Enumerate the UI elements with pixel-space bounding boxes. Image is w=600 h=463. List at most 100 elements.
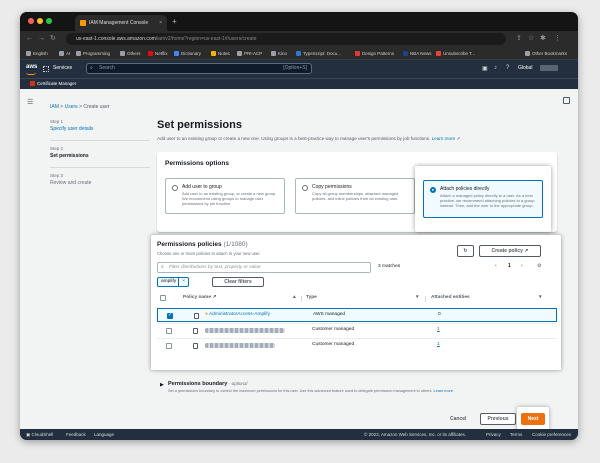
permissions-options-title: Permissions options [165, 160, 229, 167]
expand-plus-icon[interactable] [194, 313, 199, 319]
cookie-preferences-link[interactable]: Cookie preferences [532, 432, 571, 437]
prev-page-icon[interactable]: ‹ [495, 263, 497, 269]
option-copy-permissions[interactable]: Copy permissions Copy all group membersh… [295, 178, 415, 214]
url-host: us-east-1.console.aws.amazon.com [76, 36, 156, 42]
boundary-learn-more[interactable]: Learn more [434, 389, 453, 393]
next-button[interactable]: Next [521, 413, 545, 425]
bookmark-english[interactable]: English [26, 49, 48, 58]
browser-tab[interactable]: IAM Management Console × [75, 15, 167, 31]
row-checkbox[interactable] [166, 343, 172, 349]
terms-link[interactable]: Terms [510, 432, 522, 437]
cloudshell-icon[interactable]: ▣ [482, 65, 488, 72]
remove-token-icon[interactable]: × [178, 277, 188, 287]
breadcrumb: IAM > Users > Create user [50, 104, 109, 110]
settings-gear-icon[interactable]: ⚙ [537, 263, 541, 269]
back-icon[interactable]: ← [26, 34, 33, 44]
privacy-link[interactable]: Privacy [486, 432, 501, 437]
bookmark-other-bookmarks[interactable]: Other Bookmarks [525, 49, 567, 58]
new-tab-icon[interactable]: + [172, 15, 177, 29]
expand-plus-icon[interactable] [193, 343, 198, 349]
page-number[interactable]: 1 [508, 263, 511, 269]
console-search-input[interactable]: ⌕ Search [Option+S] [86, 63, 312, 74]
row-checkbox[interactable] [167, 312, 173, 319]
certificate-manager-link[interactable]: Certificate Manager [30, 81, 76, 86]
policy-row[interactable]: ● AdministratorAccess-Amplify AWS manage… [157, 308, 557, 322]
bookmark-typescript[interactable]: TypeScript: Docu... [296, 49, 341, 58]
col-policy-name[interactable]: Policy name ↗ [183, 295, 216, 300]
bookmark-notes[interactable]: Notes [211, 49, 230, 58]
menu-icon[interactable]: ⋮ [554, 34, 561, 44]
sort-icon[interactable]: ▾ [539, 295, 541, 300]
cancel-button[interactable]: Cancel [450, 416, 466, 422]
minimize-window-icon[interactable] [37, 18, 43, 24]
close-window-icon[interactable] [28, 18, 34, 24]
url-field[interactable]: us-east-1.console.aws.amazon.com/iamv2/h… [66, 33, 506, 45]
feedback-link[interactable]: Feedback [66, 432, 86, 437]
policy-name-link[interactable]: ● AdministratorAccess-Amplify [205, 312, 270, 317]
radio-button[interactable] [172, 185, 178, 191]
help-icon[interactable]: ? [506, 65, 509, 71]
create-policy-button[interactable]: Create policy ↗ [479, 245, 541, 257]
bell-icon[interactable]: ♪ [494, 65, 497, 71]
redacted-policy-name[interactable] [205, 328, 285, 333]
select-all-checkbox[interactable] [160, 295, 166, 301]
maximize-window-icon[interactable] [46, 18, 52, 24]
services-menu[interactable]: Services [53, 65, 72, 71]
col-type[interactable]: Type [306, 295, 317, 300]
favorites-bar: Certificate Manager [20, 78, 578, 89]
col-attached-entities[interactable]: Attached entities [431, 295, 470, 300]
bookmark-ai[interactable]: AI [59, 49, 70, 58]
bookmark-pri-acp[interactable]: PRI-ACP [237, 49, 262, 58]
bookmark-others[interactable]: Others [120, 49, 141, 58]
bookmark-unsubscribe[interactable]: Unsubscribe T... [436, 49, 475, 58]
search-shortcut: [Option+S] [283, 65, 307, 71]
extensions-icon[interactable]: ✱ [540, 34, 546, 44]
star-icon[interactable]: ☆ [528, 34, 534, 44]
radio-button-selected[interactable] [430, 187, 436, 193]
option-add-to-group[interactable]: Add user to group Add user to an existin… [165, 178, 285, 214]
row-checkbox[interactable] [166, 328, 172, 334]
policy-row[interactable]: Customer managed 1 [157, 338, 557, 352]
clear-filters-button[interactable]: Clear filters [212, 277, 264, 287]
sort-asc-icon[interactable]: ▲ [292, 295, 297, 300]
bookmark-kino[interactable]: Kino [271, 49, 287, 58]
reload-icon[interactable]: ↻ [50, 34, 56, 44]
hamburger-menu-icon[interactable]: ☰ [27, 98, 33, 106]
account-menu[interactable] [540, 65, 558, 71]
tab-title: IAM Management Console [89, 20, 149, 26]
step-1-link[interactable]: Specify user details [50, 126, 93, 132]
language-link[interactable]: Language [94, 432, 114, 437]
info-panel-icon[interactable] [563, 97, 570, 104]
policy-row[interactable]: Customer managed 1 [157, 323, 557, 337]
bookmark-nba-news[interactable]: NBA News [403, 49, 432, 58]
aws-logo[interactable]: aws [26, 64, 37, 75]
share-icon[interactable]: ⇪ [516, 34, 522, 44]
expand-caret-icon[interactable]: ▶ [160, 382, 164, 388]
option-title: Copy permissions [312, 184, 352, 190]
previous-button[interactable]: Previous [480, 413, 516, 425]
refresh-button[interactable]: ↻ [457, 245, 474, 257]
policy-filter-input[interactable]: ⌕ Filter distributions by text, property… [157, 262, 371, 273]
breadcrumb-iam[interactable]: IAM [50, 104, 59, 110]
bookmark-design-patterns[interactable]: Design Patterns [355, 49, 394, 58]
breadcrumb-users[interactable]: Users [65, 104, 78, 110]
bookmark-dictionary[interactable]: Dictionary [174, 49, 201, 58]
redacted-policy-name[interactable] [205, 343, 275, 348]
region-selector[interactable]: Global [518, 65, 532, 71]
cloudshell-link[interactable]: ▣ CloudShell [26, 432, 53, 438]
attached-entities[interactable]: 1 [437, 327, 440, 332]
expand-plus-icon[interactable] [193, 328, 198, 334]
policy-type: AWS managed [313, 312, 346, 317]
permissions-boundary-section[interactable]: ▶ Permissions boundary - optional Set a … [157, 381, 557, 395]
radio-button[interactable] [302, 185, 308, 191]
next-page-icon[interactable]: › [521, 263, 523, 269]
learn-more-link[interactable]: Learn more [432, 136, 456, 141]
bookmark-programming[interactable]: Programming [76, 49, 110, 58]
bookmark-netflix[interactable]: Netflix [148, 49, 168, 58]
forward-icon[interactable]: → [38, 34, 45, 44]
sort-icon[interactable]: ▾ [416, 295, 418, 300]
option-attach-policies[interactable]: Attach policies directly Attach a manage… [423, 180, 543, 218]
tab-close-icon[interactable]: × [159, 15, 162, 31]
attached-entities[interactable]: 1 [437, 342, 440, 347]
services-grid-icon[interactable] [43, 66, 49, 72]
